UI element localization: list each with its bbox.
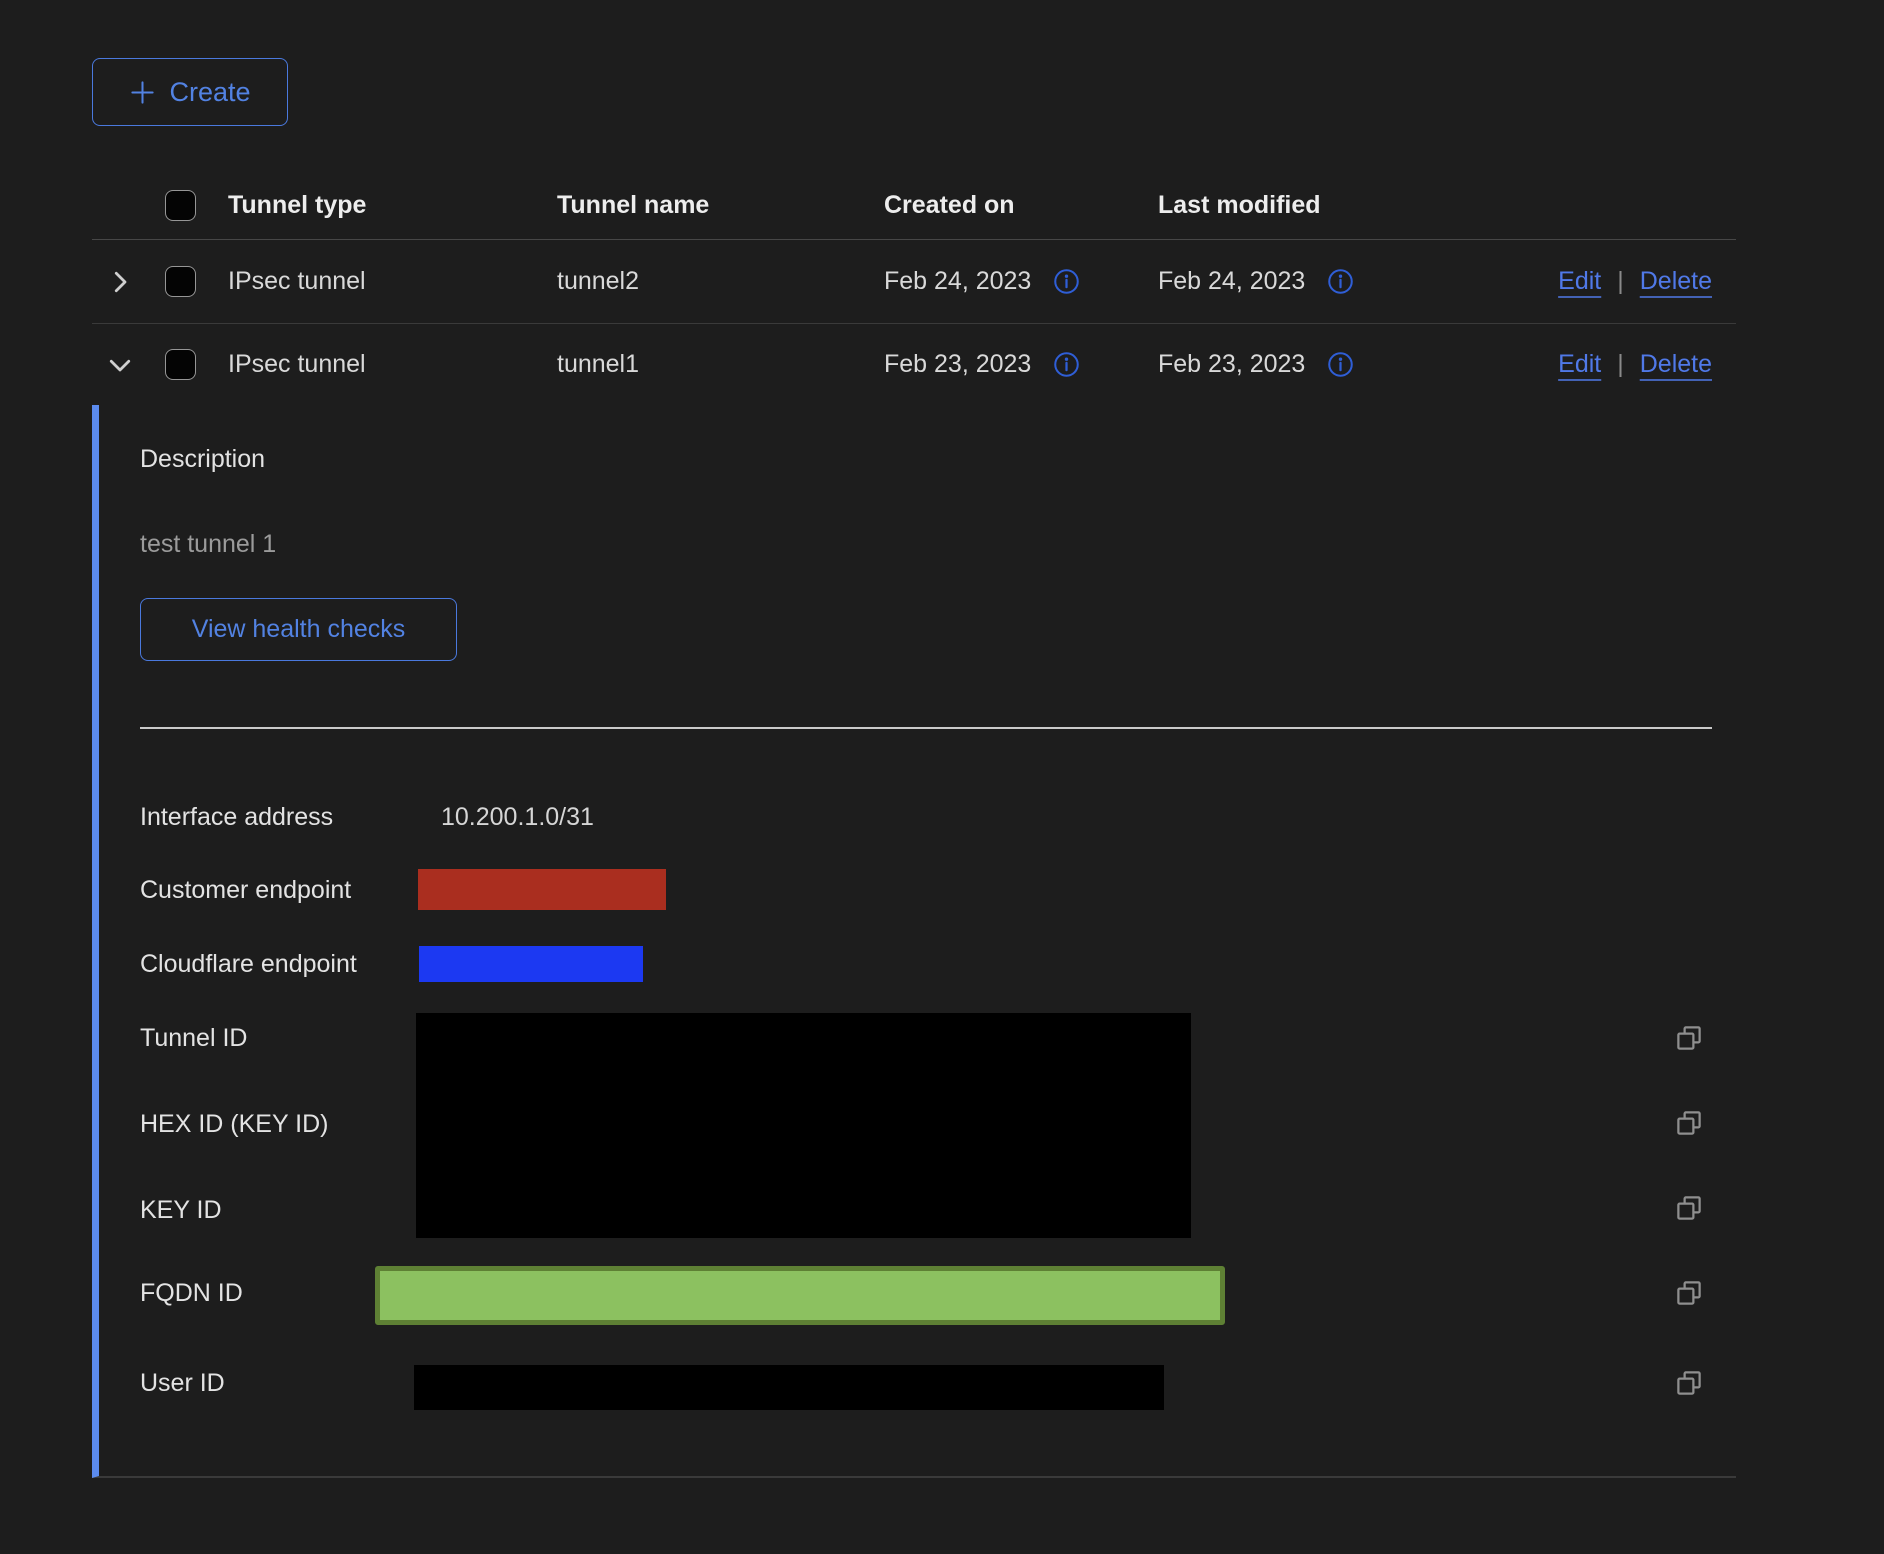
edit-link[interactable]: Edit (1558, 350, 1601, 379)
info-icon[interactable] (1053, 351, 1080, 378)
interface-address-value: 10.200.1.0/31 (441, 803, 594, 832)
select-all-checkbox[interactable] (165, 190, 196, 221)
row-checkbox-tunnel2[interactable] (165, 266, 196, 297)
info-icon[interactable] (1053, 268, 1080, 295)
create-button-label: Create (169, 77, 250, 108)
tunnel-hex-key-id-redacted-values (416, 1013, 1191, 1238)
info-icon[interactable] (1327, 351, 1354, 378)
customer-endpoint-label: Customer endpoint (140, 876, 351, 905)
tunnel-type-cell: IPsec tunnel (228, 350, 557, 379)
tunnel-name-cell: tunnel2 (557, 267, 884, 296)
delete-link[interactable]: Delete (1640, 350, 1712, 379)
row-checkbox-tunnel1[interactable] (165, 349, 196, 380)
key-id-label: KEY ID (140, 1196, 222, 1225)
fqdn-id-redacted-value (375, 1266, 1225, 1325)
created-on-value: Feb 24, 2023 (884, 267, 1031, 296)
copy-tunnel-id-icon[interactable] (1673, 1022, 1705, 1054)
header-tunnel-name: Tunnel name (557, 191, 884, 220)
chevron-right-icon[interactable] (105, 267, 135, 297)
view-health-checks-button[interactable]: View health checks (140, 598, 457, 661)
action-separator: | (1617, 267, 1624, 296)
description-label: Description (140, 445, 265, 474)
create-button[interactable]: Create (92, 58, 288, 126)
cloudflare-endpoint-redacted-value (419, 946, 643, 982)
header-tunnel-type: Tunnel type (228, 191, 557, 220)
copy-key-id-icon[interactable] (1673, 1192, 1705, 1224)
fqdn-id-label: FQDN ID (140, 1279, 243, 1308)
delete-link[interactable]: Delete (1640, 267, 1712, 296)
description-value: test tunnel 1 (140, 530, 276, 559)
table-row-tunnel1: IPsec tunnel tunnel1 Feb 23, 2023 Feb 23… (92, 324, 1736, 405)
customer-endpoint-redacted-value (418, 869, 666, 910)
plus-icon (129, 79, 156, 106)
user-id-redacted-value (414, 1365, 1164, 1410)
chevron-down-icon[interactable] (105, 350, 135, 380)
created-on-value: Feb 23, 2023 (884, 350, 1031, 379)
copy-fqdn-id-icon[interactable] (1673, 1277, 1705, 1309)
hex-id-label: HEX ID (KEY ID) (140, 1110, 328, 1139)
copy-hex-id-icon[interactable] (1673, 1107, 1705, 1139)
tunnel1-detail-panel: Description test tunnel 1 View health ch… (92, 405, 1736, 1478)
user-id-label: User ID (140, 1369, 225, 1398)
header-last-modified: Last modified (1158, 191, 1432, 220)
tunnels-page: { "toolbar": { "create_label": "Create" … (0, 0, 1884, 1554)
section-divider (140, 727, 1712, 729)
tunnel-id-label: Tunnel ID (140, 1024, 247, 1053)
action-separator: | (1617, 350, 1624, 379)
info-icon[interactable] (1327, 268, 1354, 295)
interface-address-label: Interface address (140, 803, 333, 832)
last-modified-value: Feb 23, 2023 (1158, 350, 1305, 379)
copy-user-id-icon[interactable] (1673, 1367, 1705, 1399)
tunnel-name-cell: tunnel1 (557, 350, 884, 379)
last-modified-value: Feb 24, 2023 (1158, 267, 1305, 296)
cloudflare-endpoint-label: Cloudflare endpoint (140, 950, 357, 979)
tunnel-type-cell: IPsec tunnel (228, 267, 557, 296)
table-header-row: Tunnel type Tunnel name Created on Last … (92, 172, 1736, 240)
edit-link[interactable]: Edit (1558, 267, 1601, 296)
table-row-tunnel2: IPsec tunnel tunnel2 Feb 24, 2023 Feb 24… (92, 240, 1736, 324)
header-created-on: Created on (884, 191, 1158, 220)
tunnel-table: Tunnel type Tunnel name Created on Last … (92, 172, 1736, 405)
